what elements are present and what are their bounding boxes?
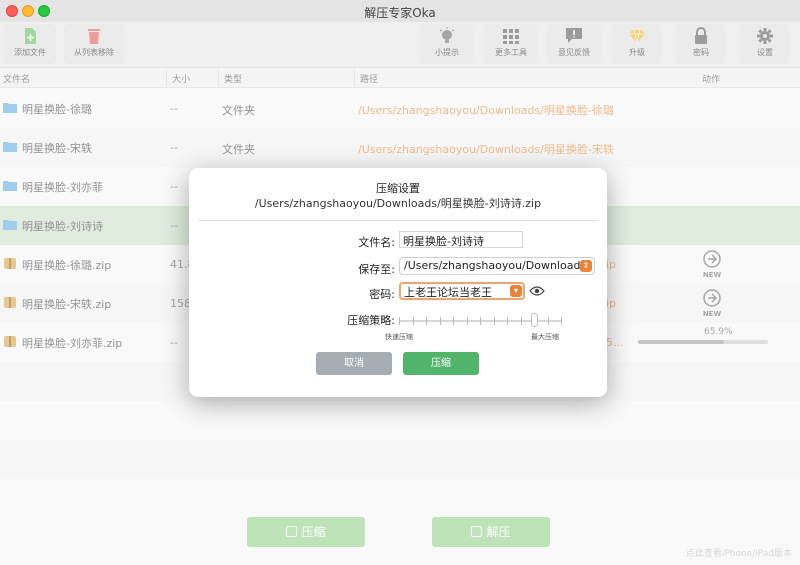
- password-input[interactable]: 上老王论坛当老王 ▾: [399, 282, 525, 300]
- eye-icon[interactable]: [529, 285, 545, 297]
- slider-tick: [426, 317, 427, 325]
- compress-confirm-button[interactable]: 压缩: [403, 352, 479, 375]
- divider: [199, 220, 597, 221]
- slider-tick: [440, 317, 441, 325]
- password-label: 密码:: [369, 288, 395, 301]
- strategy-slider[interactable]: [399, 313, 562, 327]
- slider-tick: [453, 317, 454, 325]
- save-to-value: /Users/zhangshaoyou/Downloads: [404, 259, 587, 272]
- window-title: 解压专家Oka: [364, 6, 436, 20]
- slider-tick: [480, 317, 481, 325]
- compress-settings-dialog: 压缩设置 /Users/zhangshaoyou/Downloads/明星换脸-…: [189, 168, 607, 397]
- slider-tick: [521, 317, 522, 325]
- strategy-label: 压缩策略:: [347, 314, 395, 327]
- strategy-max-label: 最大压缩: [531, 333, 559, 341]
- password-value: 上老王论坛当老王: [404, 286, 492, 299]
- slider-tick: [561, 317, 562, 325]
- slider-thumb[interactable]: [531, 313, 538, 327]
- slider-tick: [548, 317, 549, 325]
- slider-tick: [494, 317, 495, 325]
- slider-tick: [399, 317, 400, 325]
- cancel-button[interactable]: 取消: [316, 352, 392, 375]
- title-bar: 解压专家Oka: [0, 0, 800, 22]
- save-to-label: 保存至:: [358, 263, 395, 276]
- filename-input[interactable]: 明星换脸-刘诗诗: [399, 231, 523, 248]
- app-window: 解压专家Oka 添加文件 从列表移除 小提示 更多工具 意见反馈 升级 密码 设…: [0, 0, 800, 565]
- dialog-title: 压缩设置: [376, 182, 420, 195]
- dialog-subtitle: /Users/zhangshaoyou/Downloads/明星换脸-刘诗诗.z…: [254, 197, 542, 210]
- filename-label: 文件名:: [358, 236, 395, 249]
- chevron-down-icon[interactable]: ▾: [510, 285, 522, 297]
- slider-tick: [467, 317, 468, 325]
- chevron-updown-icon: ⇕: [580, 260, 592, 272]
- save-to-select[interactable]: /Users/zhangshaoyou/Downloads ⇕: [399, 257, 595, 275]
- slider-tick: [413, 317, 414, 325]
- slider-tick: [507, 317, 508, 325]
- strategy-min-label: 快速压缩: [385, 333, 413, 341]
